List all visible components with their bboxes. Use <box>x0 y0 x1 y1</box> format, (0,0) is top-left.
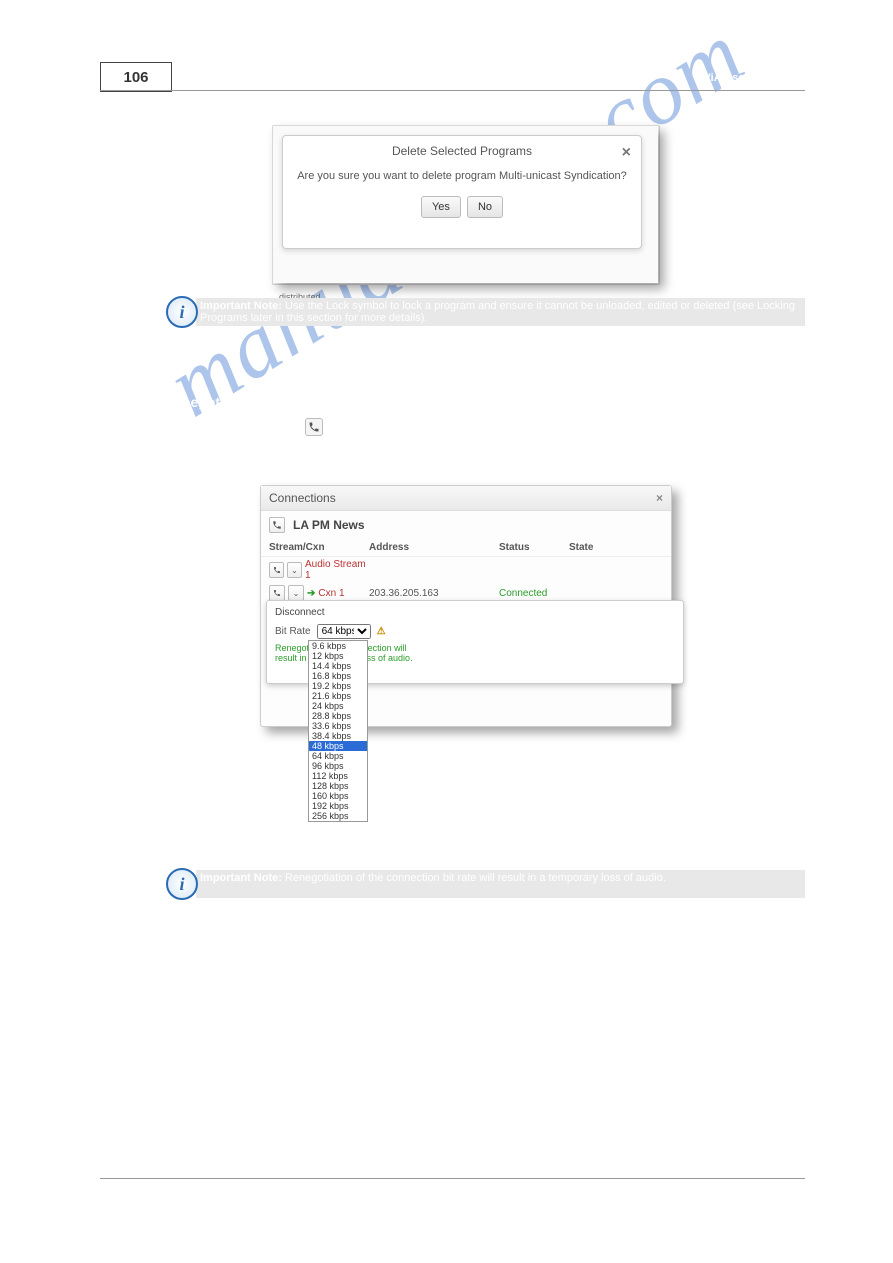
close-icon[interactable]: × <box>656 491 663 505</box>
section-howto-heading: How to Create a Backup Connection <box>164 1092 371 1106</box>
howto-item-1: 1. From the Home screen tap Programs. <box>182 1114 805 1129</box>
list-item[interactable]: 64 kbps <box>309 751 367 761</box>
header-rule <box>100 90 805 91</box>
cxn-status: Connected <box>499 588 569 599</box>
disconnect-label[interactable]: Disconnect <box>275 607 675 618</box>
col-stream: Stream/Cxn <box>269 542 369 553</box>
note-2: Important Note: Renegotiation of the con… <box>200 872 801 884</box>
audio-stream-label: Audio Stream 1 <box>305 559 369 581</box>
note-2-label: Important Note: <box>200 872 282 884</box>
footer-rule <box>100 1178 805 1179</box>
list-item[interactable]: 9.6 kbps <box>309 641 367 651</box>
info-icon: i <box>166 868 198 900</box>
table-row: ⌄ Audio Stream 1 <box>261 557 671 583</box>
panel-title: Connections <box>269 491 336 505</box>
list-item[interactable]: 38.4 kbps <box>309 731 367 741</box>
dialog-message: Are you sure you want to delete program … <box>283 162 641 190</box>
list-item[interactable]: 192 kbps <box>309 801 367 811</box>
table-header: Stream/Cxn Address Status State <box>261 539 671 557</box>
note-1-text: Use the Lock symbol to lock a program an… <box>200 300 795 324</box>
list-item[interactable]: 128 kbps <box>309 781 367 791</box>
warning-icon: ⚠ <box>377 626 386 637</box>
phone-icon[interactable] <box>269 585 285 601</box>
renegotiate-body-1: Tap the Connect/Disconnect <box>164 421 305 433</box>
list-item[interactable]: 19.2 kbps <box>309 681 367 691</box>
close-icon[interactable]: × <box>622 144 631 162</box>
note-1: Important Note: Use the Lock symbol to l… <box>200 300 801 324</box>
cxn-address: 203.36.205.163 <box>369 588 499 599</box>
program-name: LA PM News <box>293 518 365 532</box>
bitrate-select[interactable]: 64 kbps <box>317 624 371 639</box>
list-item[interactable]: 28.8 kbps <box>309 711 367 721</box>
panel-title-bar: Connections × <box>261 486 671 511</box>
list-item[interactable]: 48 kbps <box>309 741 367 751</box>
list-item[interactable]: 16.8 kbps <box>309 671 367 681</box>
delete-dialog-figure: Delete Selected Programs × Are you sure … <box>272 125 658 283</box>
col-address: Address <box>369 542 499 553</box>
phone-icon <box>305 418 323 436</box>
list-item[interactable]: 256 kbps <box>309 811 367 821</box>
footer-left: © Tieline Research Pty. Ltd. 2021 <box>100 1186 234 1196</box>
dialog-title: Delete Selected Programs <box>283 136 641 162</box>
section-renegotiate-heading: Renegotiate a Connection Bit Rate <box>164 394 393 410</box>
header-text: ViA User Manual v1 <box>704 72 806 84</box>
no-button[interactable]: No <box>467 196 503 218</box>
connections-panel-figure: Connections × LA PM News Stream/Cxn Addr… <box>260 485 696 845</box>
renegotiate-body: Tap the Connect/Disconnect button relate… <box>164 418 805 451</box>
footer-right: v1 <box>795 1186 805 1196</box>
delete-dialog: Delete Selected Programs × Are you sure … <box>282 135 642 249</box>
chevron-down-icon[interactable]: ⌄ <box>287 562 302 578</box>
yes-button[interactable]: Yes <box>421 196 461 218</box>
list-item[interactable]: 112 kbps <box>309 771 367 781</box>
backup-body: Backup connections are created within pr… <box>164 976 805 1053</box>
list-item[interactable]: 14.4 kbps <box>309 661 367 671</box>
list-item[interactable]: 12 kbps <box>309 651 367 661</box>
phone-icon[interactable] <box>269 562 284 578</box>
note-2-text: Renegotiation of the connection bit rate… <box>285 872 666 884</box>
section-backup-heading: Creating a Backup Connection <box>164 952 368 968</box>
bitrate-dropdown[interactable]: 9.6 kbps 12 kbps 14.4 kbps 16.8 kbps 19.… <box>308 640 368 822</box>
info-icon: i <box>166 296 198 328</box>
list-item[interactable]: 24 kbps <box>309 701 367 711</box>
arrow-right-icon: ➔ <box>307 588 315 599</box>
list-item[interactable]: 96 kbps <box>309 761 367 771</box>
list-item[interactable]: 160 kbps <box>309 791 367 801</box>
bitrate-label: Bit Rate <box>275 626 311 637</box>
col-state: State <box>569 542 593 553</box>
list-item[interactable]: 33.6 kbps <box>309 721 367 731</box>
howto-item-2: 2. Load the program which requires a bac… <box>182 1134 805 1149</box>
cxn-name: Cxn 1 <box>318 588 344 599</box>
note-1-label: Important Note: <box>200 300 282 312</box>
footer: © Tieline Research Pty. Ltd. 2021 v1 <box>100 1186 805 1196</box>
page-number-box: 106 <box>100 62 172 92</box>
chevron-down-icon[interactable]: ⌄ <box>288 585 304 601</box>
program-row: LA PM News <box>261 511 671 539</box>
col-status: Status <box>499 542 569 553</box>
list-item[interactable]: 21.6 kbps <box>309 691 367 701</box>
phone-icon[interactable] <box>269 517 285 533</box>
